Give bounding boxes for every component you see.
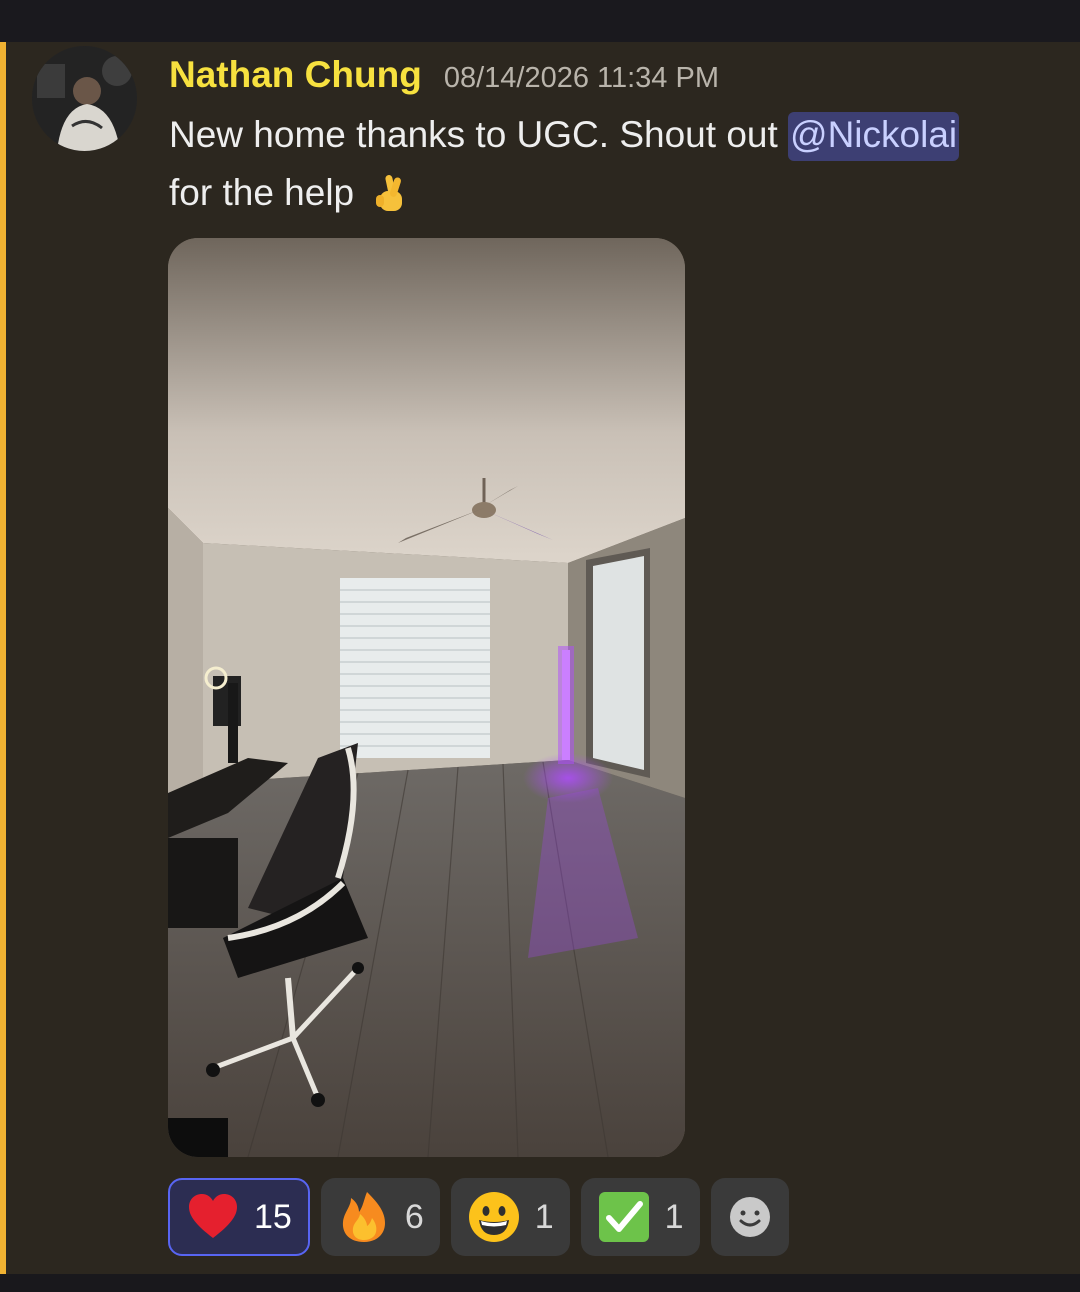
image-attachment[interactable] — [168, 238, 685, 1157]
user-mention[interactable]: @Nickolai — [788, 112, 960, 161]
username[interactable]: Nathan Chung — [169, 54, 422, 96]
chat-message[interactable]: Nathan Chung 08/14/2026 11:34 PM New hom… — [0, 42, 1080, 1274]
check-mark-icon — [597, 1190, 651, 1244]
message-text: New home thanks to UGC. Shout out — [169, 114, 789, 155]
mention-highlight-bar — [0, 42, 6, 1274]
crossed-fingers-icon — [370, 171, 414, 215]
timestamp: 08/14/2026 11:34 PM — [443, 62, 719, 94]
reaction-check-mark[interactable]: 1 — [580, 1178, 700, 1256]
message-header: Nathan Chung 08/14/2026 11:34 PM — [169, 54, 719, 104]
message-content: New home thanks to UGC. Shout out @Nicko… — [169, 106, 1049, 222]
heart-icon — [186, 1190, 240, 1244]
add-reaction-icon — [723, 1190, 777, 1244]
fire-icon — [337, 1190, 391, 1244]
add-reaction-button[interactable] — [710, 1178, 789, 1256]
reactions-bar: 15 6 1 1 — [168, 1178, 789, 1256]
reaction-heart[interactable]: 15 — [168, 1178, 310, 1256]
reaction-count: 6 — [404, 1197, 424, 1236]
reaction-fire[interactable]: 6 — [320, 1178, 440, 1256]
reaction-count: 1 — [664, 1197, 684, 1236]
top-bar — [0, 0, 1080, 42]
message-text-continued: for the help — [169, 172, 355, 213]
reaction-count: 15 — [254, 1197, 292, 1236]
reaction-count: 1 — [534, 1197, 554, 1236]
avatar[interactable] — [32, 46, 137, 151]
bottom-bar — [0, 1274, 1080, 1292]
room-photo — [168, 238, 685, 1157]
grinning-face-icon — [467, 1190, 521, 1244]
reaction-grinning-face[interactable]: 1 — [450, 1178, 570, 1256]
